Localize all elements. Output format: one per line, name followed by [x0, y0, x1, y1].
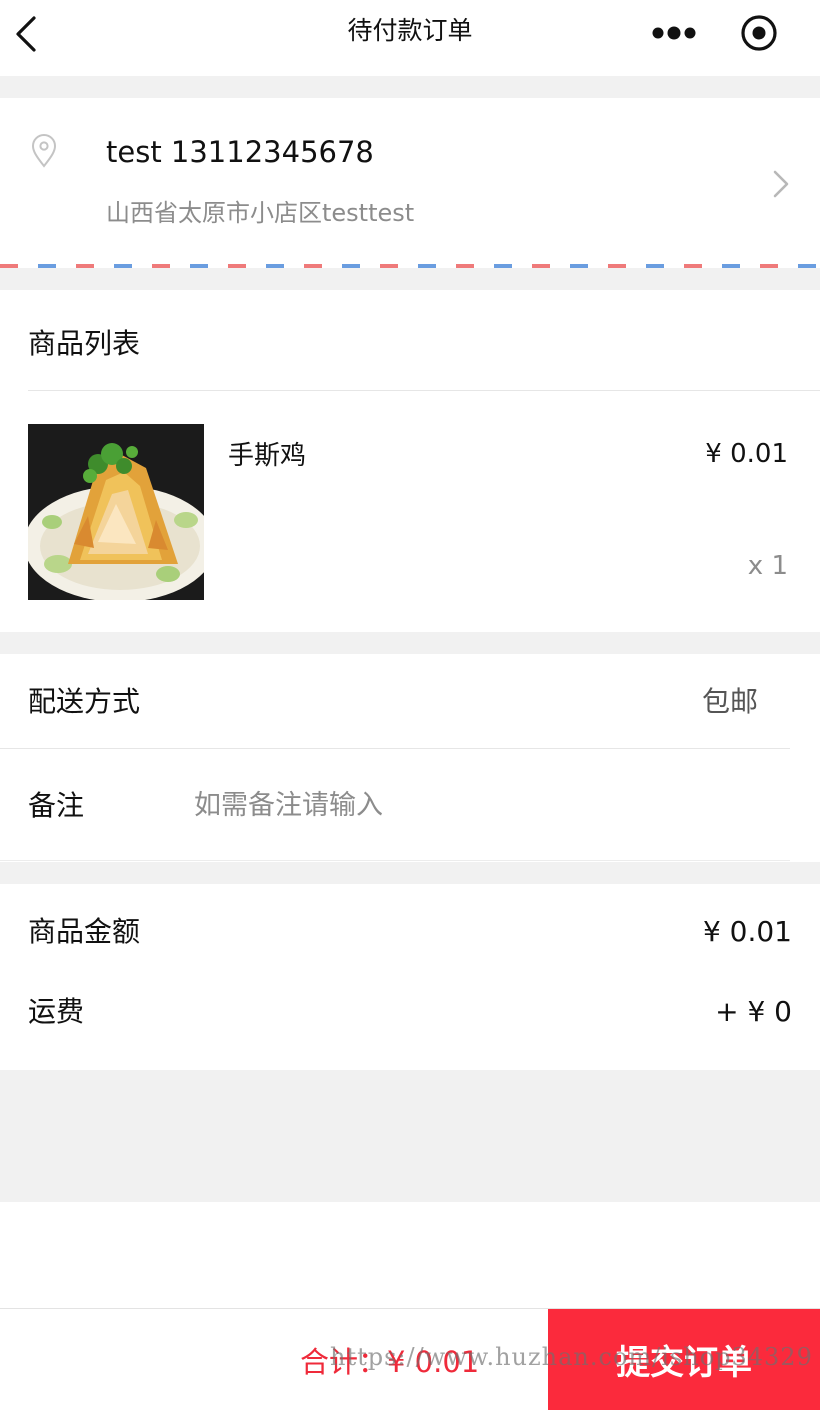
- product-thumbnail[interactable]: [28, 424, 204, 600]
- navigation-bar: 待付款订单: [0, 0, 820, 76]
- freight-label: 运费: [28, 995, 85, 1028]
- product-price: ¥ 0.01: [705, 439, 788, 469]
- watermark-text: https://www.huzhan.com/ishop34329: [330, 1343, 813, 1371]
- address-detail: 山西省太原市小店区testtest: [106, 199, 415, 227]
- note-input[interactable]: [194, 780, 774, 830]
- section-gap: [0, 862, 820, 884]
- divider: [0, 748, 790, 749]
- product-quantity: x 1: [747, 551, 788, 581]
- note-label: 备注: [28, 789, 85, 822]
- goods-list-title: 商品列表: [28, 327, 141, 360]
- section-gap: [0, 1070, 820, 1202]
- close-miniprogram-icon[interactable]: [738, 12, 780, 54]
- product-name: 手斯鸡: [228, 441, 307, 471]
- goods-amount-label: 商品金额: [28, 915, 141, 948]
- section-gap: [0, 76, 820, 98]
- delivery-method-label: 配送方式: [28, 685, 141, 718]
- recipient-name-phone: test 13112345678: [106, 135, 374, 169]
- chevron-right-icon: [770, 168, 792, 200]
- more-options-icon[interactable]: [648, 20, 700, 46]
- location-pin-icon: [30, 134, 58, 168]
- section-gap: [0, 268, 820, 290]
- delivery-method-value[interactable]: 包邮: [702, 682, 758, 722]
- section-gap: [0, 632, 820, 654]
- divider: [28, 390, 820, 391]
- goods-amount-value: ¥ 0.01: [702, 915, 792, 948]
- divider: [0, 860, 790, 861]
- shipping-address-card[interactable]: [0, 98, 820, 270]
- freight-value: + ¥ 0: [715, 995, 792, 1028]
